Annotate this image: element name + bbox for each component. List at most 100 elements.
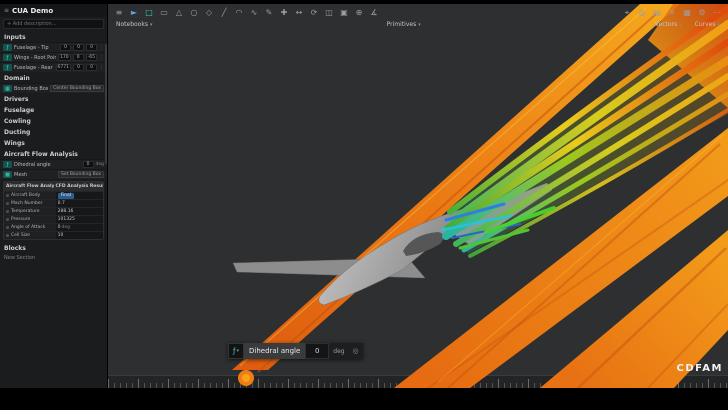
dihedral-angle-widget: ƒ ▾ Dihedral angle 0 deg ◎ [228, 342, 363, 360]
chevron-down-icon: ▾ [679, 21, 682, 28]
target-icon[interactable]: ◎ [348, 343, 363, 359]
curve-icon[interactable]: ∿ [249, 8, 259, 17]
rotate-icon[interactable]: ⟳ [309, 8, 319, 17]
row-options-icon[interactable]: ⋮ [99, 55, 104, 61]
value-z[interactable]: -65 [85, 54, 97, 61]
section-wings[interactable]: Wings [0, 137, 107, 148]
row-label: Fuselage - Rear [14, 64, 53, 71]
cell-label: Temperature [11, 209, 40, 214]
sidebar-scrollbar[interactable] [105, 44, 107, 164]
mesh-row[interactable]: ▩ Mesh Set Bounding Box [0, 169, 107, 179]
dihedral-angle-row[interactable]: ƒ Dihedral angle 0 deg [0, 159, 107, 169]
row-label: Fuselage - Tip [14, 44, 49, 51]
app-menu-icon[interactable]: ≡ [114, 8, 124, 17]
section-drivers[interactable]: Drivers [0, 93, 107, 104]
table-row-pressure[interactable]: Pressure 101325 [4, 215, 103, 223]
circle-icon[interactable]: ○ [189, 8, 199, 17]
value-x[interactable]: 6771 [55, 64, 71, 71]
value-y[interactable]: 0 [73, 64, 84, 71]
table-row-aircraft-body[interactable]: Aircraft Body Final [4, 191, 103, 199]
cell-value[interactable]: 288.16 [55, 208, 103, 215]
function-chip[interactable]: ƒ ▾ [228, 343, 244, 359]
section-ducting[interactable]: Ducting [0, 126, 107, 137]
value-x[interactable]: 170 [58, 54, 71, 61]
mirror-icon[interactable]: ◫ [324, 8, 334, 17]
value-x[interactable]: 0 [60, 44, 71, 51]
input-row-fuselage-rear[interactable]: ƒ Fuselage - Rear 6771 0 0 ⋮ [0, 62, 107, 72]
angle-measure-icon[interactable]: ∡ [369, 8, 379, 17]
application-window: ≡ CUA Demo + Add description... Inputs ƒ… [0, 4, 728, 388]
cell-label: Angle of Attack [11, 225, 46, 230]
section-inputs[interactable]: Inputs [0, 31, 107, 42]
settings-icon[interactable]: ⚙ [697, 8, 707, 17]
value-z[interactable]: 0 [86, 44, 97, 51]
row-options-icon[interactable]: ⋮ [99, 45, 104, 51]
boolean-icon[interactable]: ⊕ [354, 8, 364, 17]
cdfam-watermark: CDFAM [676, 363, 723, 374]
line-icon[interactable]: ╱ [219, 8, 229, 17]
cell-value[interactable]: 10 [55, 232, 103, 239]
value-z[interactable]: 0 [86, 64, 97, 71]
cell-label: Aircraft Body [11, 193, 41, 198]
section-blocks[interactable]: Blocks [0, 242, 107, 253]
sketch-icon[interactable]: ✎ [264, 8, 274, 17]
menu-primitives[interactable]: Primitives ▾ [387, 21, 421, 28]
hamburger-menu-icon[interactable]: ≡ [4, 7, 9, 14]
row-options-icon[interactable]: ⋮ [99, 65, 104, 71]
new-section-button[interactable]: New Section [0, 253, 107, 263]
dihedral-value[interactable]: 0 [82, 161, 94, 168]
section-cowling[interactable]: Cowling [0, 115, 107, 126]
cfd-scene[interactable] [108, 4, 728, 388]
grid-view-icon[interactable]: ▦ [682, 8, 692, 17]
diamond-icon[interactable]: ◇ [204, 8, 214, 17]
value-y[interactable]: 0 [73, 44, 84, 51]
triangle-icon[interactable]: △ [174, 8, 184, 17]
section-domain[interactable]: Domain [0, 72, 107, 83]
center-bounding-box-badge[interactable]: Center Bounding Box [50, 85, 104, 92]
add-icon[interactable]: ✚ [279, 8, 289, 17]
bounding-box-row[interactable]: ▦ Bounding Box Center Bounding Box [0, 83, 107, 93]
box-select-icon[interactable]: □ [144, 8, 154, 17]
array-icon[interactable]: ▣ [339, 8, 349, 17]
dihedral-unit: deg [95, 162, 104, 167]
more-icon[interactable]: ⋯ [712, 8, 722, 17]
cell-value[interactable]: 101325 [55, 216, 103, 223]
set-bounding-box-badge[interactable]: Set Bounding Box [58, 171, 104, 178]
layers-icon[interactable]: ▤ [652, 8, 662, 17]
plane-icon[interactable]: ▭ [159, 8, 169, 17]
viewport-3d[interactable]: ≡ ► □ ▭ △ ○ ◇ ╱ ◠ ∿ ✎ ✚ ↔ ⟳ ◫ ▣ ⊕ ∡ ⌖ ◎ ▤ ✳ ▦ ⚙ ⋯ Notebooks ▾ P… [108, 4, 728, 388]
cell-label: Mach Number [11, 201, 43, 206]
input-row-fuselage-tip[interactable]: ƒ Fuselage - Tip 0 0 0 ⋮ [0, 42, 107, 52]
render-icon[interactable]: ◎ [637, 8, 647, 17]
cell-label: Cell Size [11, 233, 31, 238]
menu-curves[interactable]: Curves ▾ [695, 21, 720, 28]
cell-value[interactable]: 0 [58, 225, 61, 230]
arc-icon[interactable]: ◠ [234, 8, 244, 17]
select-cursor-icon[interactable]: ► [129, 8, 139, 17]
function-chip-icon: ƒ [3, 64, 12, 71]
table-row-temperature[interactable]: Temperature 288.16 [4, 207, 103, 215]
section-aircraft-flow-analysis[interactable]: Aircraft Flow Analysis [0, 148, 107, 159]
menu-vectors[interactable]: Vectors ▾ [655, 21, 682, 28]
function-chip-icon: ƒ [3, 44, 12, 51]
section-fuselage[interactable]: Fuselage [0, 104, 107, 115]
cell-value[interactable]: 0.7 [55, 200, 103, 207]
chevron-down-icon: ▾ [717, 21, 720, 28]
add-description-field[interactable]: + Add description... [3, 19, 104, 29]
table-row-angle-of-attack[interactable]: Angle of Attack 0 deg [4, 223, 103, 231]
function-chip-icon: ƒ [3, 161, 12, 168]
table-row-mach-number[interactable]: Mach Number 0.7 [4, 199, 103, 207]
row-label: Bounding Box [14, 85, 49, 92]
dihedral-angle-input[interactable]: 0 [305, 343, 330, 359]
snap-icon[interactable]: ✳ [667, 8, 677, 17]
row-marker-icon [6, 226, 9, 229]
value-y[interactable]: 0 [72, 54, 84, 61]
move-icon[interactable]: ↔ [294, 8, 304, 17]
final-badge[interactable]: Final [57, 192, 75, 199]
table-row-cell-size[interactable]: Cell Size 10 [4, 231, 103, 239]
menu-notebooks[interactable]: Notebooks ▾ [116, 21, 152, 28]
cell-label: Pressure [11, 217, 31, 222]
cell-unit: deg [61, 225, 71, 230]
input-row-wings-root[interactable]: ƒ Wings - Root Point 170 0 -65 ⋮ [0, 52, 107, 62]
origin-icon[interactable]: ⌖ [622, 8, 632, 17]
